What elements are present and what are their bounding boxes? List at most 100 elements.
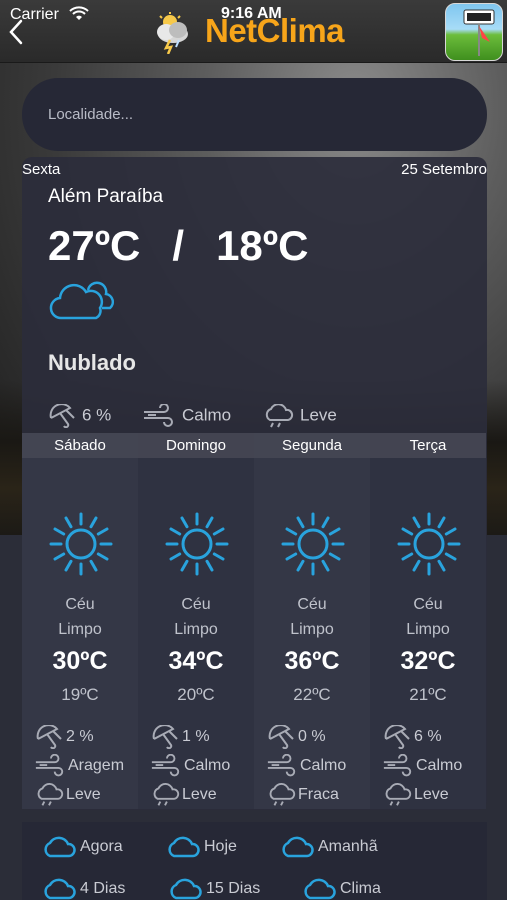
forecast-max-temp: 30ºC [52, 647, 108, 675]
nav-now-label: Agora [80, 838, 123, 856]
nav-climate[interactable]: Clima [302, 878, 381, 900]
cloud-rain-icon [153, 783, 180, 806]
forecast-wind: Calmo [382, 753, 463, 778]
forecast-day-name: Domingo [138, 433, 254, 458]
back-button[interactable] [6, 18, 26, 46]
forecast-min-temp: 22ºC [293, 685, 331, 704]
nav-four-days[interactable]: 4 Dias [42, 878, 125, 900]
cloud-icon [304, 878, 336, 900]
forecast-condition-line1: Céu [413, 596, 443, 613]
temp-separator: / [172, 222, 185, 269]
wind-icon [35, 753, 64, 777]
wind-status: Calmo [142, 403, 232, 428]
umbrella-icon [49, 403, 75, 429]
current-day: Sexta [22, 161, 61, 178]
sun-icon [280, 511, 346, 582]
forecast-cloud-value: Leve [66, 786, 101, 804]
nav-climate-label: Clima [340, 880, 381, 898]
forecast-condition: Céu Limpo [22, 592, 138, 642]
forecast-cloud-value: Fraca [298, 786, 339, 804]
forecast-condition: Céu Limpo [370, 592, 486, 642]
forecast-cloud: Leve [34, 783, 101, 807]
cloud-rain-icon [37, 783, 64, 806]
forecast-rain: 6 % [382, 724, 442, 750]
nav-now[interactable]: Agora [42, 836, 123, 858]
forecast-condition-line2: Limpo [174, 621, 218, 638]
current-temperatures: 27ºC / 18ºC [48, 222, 308, 270]
forecast-wind-value: Calmo [416, 757, 463, 775]
current-condition: Nublado [48, 350, 136, 375]
forecast-rain-value: 1 % [182, 728, 210, 746]
forecast-rain-value: 2 % [66, 728, 94, 746]
forecast-condition-line1: Céu [65, 596, 95, 613]
rain-chance: 6 % [48, 403, 112, 429]
forecast-cloud-value: Leve [414, 786, 449, 804]
rain-value: 6 % [82, 405, 112, 425]
cloud-value: Leve [300, 405, 337, 425]
chevron-left-icon [9, 19, 23, 45]
forecast-day-name: Terça [370, 433, 486, 458]
forecast-day-column: Terça Céu Limpo 32ºC 21ºC 6 % Calmo Leve [370, 433, 486, 809]
forecast-wind-value: Calmo [300, 757, 347, 775]
wind-icon [151, 753, 180, 777]
nav-tomorrow[interactable]: Amanhã [280, 836, 378, 858]
location-search-input[interactable] [22, 78, 487, 151]
sun-icon [396, 511, 462, 582]
max-temp: 27ºC [48, 222, 141, 269]
forecast-min-temp: 20ºC [177, 685, 215, 704]
forecast-condition-line1: Céu [181, 596, 211, 613]
cloud-icon [44, 878, 76, 900]
wind-icon [383, 753, 412, 777]
weather-app-icon[interactable] [445, 3, 503, 61]
cloud-icon [44, 836, 76, 858]
forecast-min-temp: 21ºC [409, 685, 447, 704]
forecast-wind-value: Aragem [68, 757, 125, 775]
forecast-condition-line2: Limpo [406, 621, 450, 638]
top-bar: Carrier 9:16 AM NetClima [0, 0, 507, 63]
nav-fifteen-days[interactable]: 15 Dias [168, 878, 260, 900]
cloud-icon [282, 836, 314, 858]
nav-tomorrow-label: Amanhã [318, 838, 378, 856]
sun-icon [164, 511, 230, 582]
forecast-max-temp: 36ºC [284, 647, 340, 675]
forecast-day-name: Segunda [254, 433, 370, 458]
current-date: 25 Setembro [401, 161, 487, 178]
umbrella-icon [36, 724, 62, 750]
nav-four-days-label: 4 Dias [80, 880, 126, 898]
forecast-rain-value: 0 % [298, 728, 326, 746]
forecast-rain-value: 6 % [414, 728, 442, 746]
forecast-day-column: Segunda Céu Limpo 36ºC 22ºC 0 % Calmo Fraca [254, 433, 370, 809]
forecast-rain: 1 % [150, 724, 210, 750]
forecast-day-column: Domingo Céu Limpo 34ºC 20ºC 1 % Calmo Leve [138, 433, 254, 809]
cloud-lightning-icon [152, 12, 194, 59]
cloud-rain-icon [269, 783, 296, 806]
forecast-wind: Calmo [150, 753, 231, 778]
forecast-rain: 0 % [266, 724, 326, 750]
wind-icon [144, 403, 173, 427]
forecast-cloud: Leve [150, 783, 217, 807]
forecast-wind: Aragem [34, 753, 125, 778]
umbrella-icon [152, 724, 178, 750]
app-title: NetClima [205, 12, 345, 49]
forecast-condition-line1: Céu [297, 596, 327, 613]
forecast-min-temp: 19ºC [61, 685, 99, 704]
forecast-cloud: Leve [382, 783, 449, 807]
nav-today-label: Hoje [204, 838, 237, 856]
forecast-wind-value: Calmo [184, 757, 231, 775]
wind-value: Calmo [182, 405, 232, 425]
nav-today[interactable]: Hoje [166, 836, 237, 858]
min-temp: 18ºC [216, 222, 309, 269]
umbrella-icon [268, 724, 294, 750]
forecast-condition-line2: Limpo [58, 621, 102, 638]
forecast-cloud: Fraca [266, 783, 339, 807]
cloud-status: Leve [262, 403, 337, 428]
city-name: Além Paraíba [48, 186, 164, 207]
forecast-cloud-value: Leve [182, 786, 217, 804]
forecast-day-column: Sábado Céu Limpo 30ºC 19ºC 2 % Aragem Leve [22, 433, 138, 809]
wind-icon [267, 753, 296, 777]
cloudy-icon [48, 278, 115, 325]
wifi-icon [69, 6, 89, 27]
cloud-icon [170, 878, 202, 900]
forecast-wind: Calmo [266, 753, 347, 778]
cloud-rain-icon [265, 403, 294, 428]
